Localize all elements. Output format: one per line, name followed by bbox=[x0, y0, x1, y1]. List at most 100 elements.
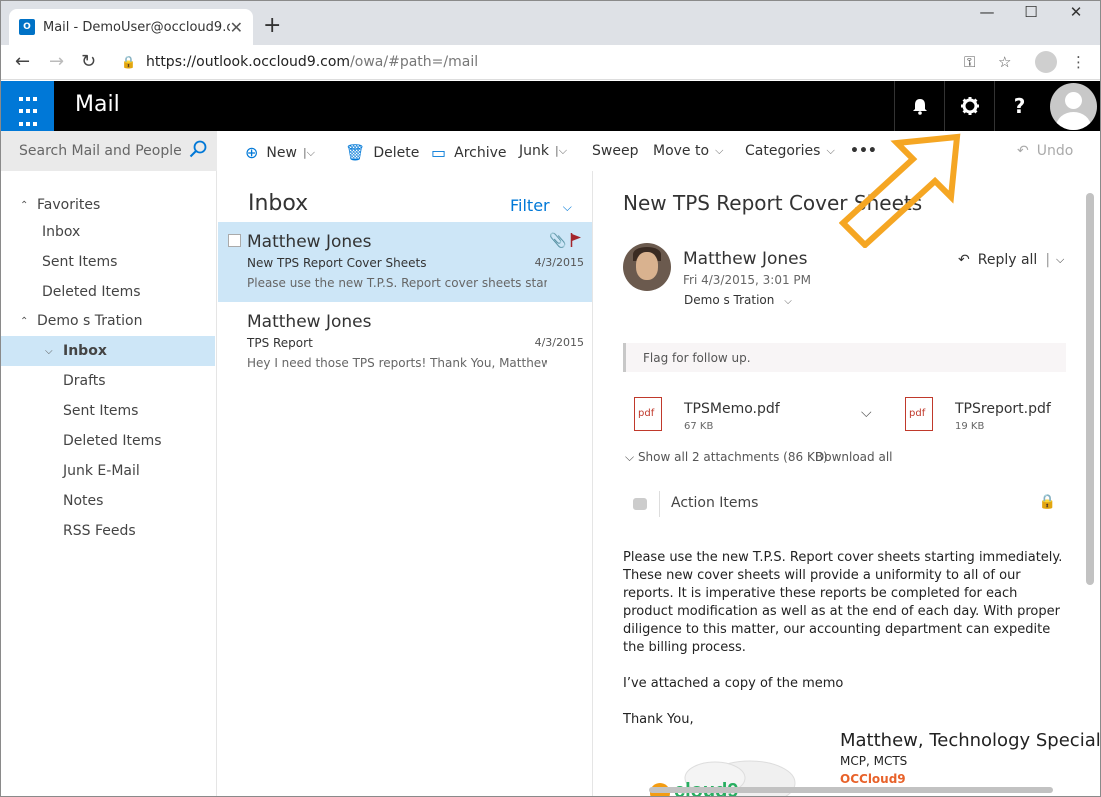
chevron-down-icon: ⌵ bbox=[562, 200, 572, 214]
nav-label: Deleted Items bbox=[63, 433, 162, 449]
divider: | bbox=[1045, 252, 1051, 268]
undo-button[interactable]: ↶ Undo bbox=[1017, 143, 1073, 159]
attachment-name: TPSMemo.pdf bbox=[684, 401, 780, 417]
settings-button[interactable] bbox=[944, 81, 994, 131]
categories-button[interactable]: Categories ⌵ bbox=[745, 143, 835, 159]
filter-button[interactable]: Filter ⌵ bbox=[510, 196, 572, 215]
sender-avatar[interactable] bbox=[623, 243, 671, 291]
move-to-button[interactable]: Move to ⌵ bbox=[653, 143, 723, 159]
sidebar-item-drafts[interactable]: Drafts bbox=[1, 366, 215, 396]
key-icon[interactable]: ⚿ bbox=[964, 53, 975, 71]
chevron-down-icon[interactable]: ⌵ bbox=[1056, 253, 1064, 267]
new-button[interactable]: ⊕ New |⌵ bbox=[245, 143, 315, 162]
message-date: 4/3/2015 bbox=[534, 336, 584, 349]
show-all-attachments-link[interactable]: ⌵ Show all 2 attachments (86 KB) bbox=[625, 450, 828, 465]
url-path: /owa/#path=/mail bbox=[350, 54, 479, 70]
tab-title: Mail - DemoUser@occloud9.com bbox=[43, 19, 230, 35]
chevron-down-icon[interactable]: ⌵ bbox=[784, 296, 792, 307]
url-field[interactable]: 🔒 https://outlook.occloud9.com /owa/#pat… bbox=[121, 49, 991, 75]
body-paragraph: I’ve attached a copy of the memo bbox=[623, 676, 844, 691]
sidebar-item-junk[interactable]: Junk E-Mail bbox=[1, 456, 215, 486]
vertical-scrollbar[interactable] bbox=[1086, 193, 1094, 585]
sidebar-item-fav-sent[interactable]: Sent Items bbox=[1, 247, 215, 277]
reply-all-label: Reply all bbox=[977, 252, 1038, 268]
nav-label: Sent Items bbox=[63, 403, 139, 419]
reply-all-button[interactable]: ↶ Reply all | ⌵ bbox=[958, 252, 1064, 268]
nav-label: Drafts bbox=[63, 373, 106, 389]
minimize-icon[interactable]: — bbox=[972, 3, 1002, 21]
sweep-button[interactable]: Sweep bbox=[592, 143, 638, 159]
search-input[interactable]: Search Mail and People bbox=[1, 131, 217, 171]
delete-button[interactable]: 🗑 Delete bbox=[345, 143, 419, 162]
list-item[interactable]: Matthew Jones TPS Report 4/3/2015 Hey I … bbox=[218, 302, 592, 382]
lock-icon[interactable]: 🔒 bbox=[1039, 494, 1056, 510]
archive-icon: ▭ bbox=[431, 143, 447, 162]
nav-label: Inbox bbox=[63, 343, 107, 359]
search-icon[interactable] bbox=[189, 140, 207, 158]
close-window-icon[interactable]: ✕ bbox=[1061, 3, 1091, 21]
flag-icon[interactable] bbox=[570, 233, 582, 247]
app-title: Mail bbox=[75, 92, 120, 117]
new-tab-icon[interactable]: + bbox=[263, 13, 281, 38]
recipient-name: Demo s Tration bbox=[684, 293, 775, 307]
sidebar-item-fav-inbox[interactable]: Inbox bbox=[1, 217, 215, 247]
sidebar-item-rss[interactable]: RSS Feeds bbox=[1, 516, 215, 546]
email-sender[interactable]: Matthew Jones bbox=[683, 249, 807, 269]
archive-button[interactable]: ▭ Archive bbox=[431, 143, 507, 162]
app-launcher-icon[interactable] bbox=[1, 81, 54, 131]
url-host: https://outlook.occloud9.com bbox=[145, 54, 351, 70]
message-preview: Hey I need those TPS reports! Thank You,… bbox=[247, 356, 547, 370]
action-items-bar[interactable]: Action Items 🔒 bbox=[623, 491, 1066, 519]
addin-icon bbox=[633, 498, 647, 510]
horizontal-scrollbar[interactable] bbox=[649, 787, 1053, 793]
attachment-card[interactable]: pdf TPSreport.pdf 19 KB bbox=[905, 397, 1085, 437]
signature-company: OCCloud9 bbox=[840, 772, 906, 786]
select-checkbox[interactable] bbox=[228, 234, 241, 247]
attachment-name: TPSreport.pdf bbox=[955, 401, 1051, 417]
email-body: Please use the new T.P.S. Report cover s… bbox=[623, 549, 1063, 729]
menu-dots-icon[interactable]: ⋮ bbox=[1071, 53, 1086, 71]
forward-icon[interactable]: → bbox=[49, 51, 64, 72]
undo-label: Undo bbox=[1036, 143, 1074, 159]
reload-icon[interactable]: ↻ bbox=[81, 51, 96, 72]
favorites-header[interactable]: ⌃ Favorites bbox=[1, 190, 215, 220]
nav-label: Notes bbox=[63, 493, 104, 509]
attachment-size: 67 KB bbox=[684, 421, 714, 432]
account-header[interactable]: ⌃ Demo s Tration bbox=[1, 306, 215, 336]
chevron-down-icon[interactable]: ⌵ bbox=[861, 405, 872, 421]
delete-label: Delete bbox=[373, 144, 420, 161]
star-icon[interactable]: ☆ bbox=[998, 53, 1011, 71]
list-item[interactable]: Matthew Jones 📎 New TPS Report Cover She… bbox=[218, 222, 592, 302]
pdf-file-icon: pdf bbox=[905, 397, 933, 431]
attachment-size: 19 KB bbox=[955, 421, 985, 432]
message-preview: Please use the new T.P.S. Report cover s… bbox=[247, 276, 547, 290]
chevron-down-icon[interactable]: |⌵ bbox=[555, 144, 567, 158]
back-icon[interactable]: ← bbox=[15, 51, 30, 72]
sweep-label: Sweep bbox=[592, 143, 639, 159]
user-avatar[interactable] bbox=[1047, 81, 1100, 131]
help-button[interactable]: ? bbox=[994, 81, 1044, 131]
sidebar-item-inbox[interactable]: ⌵ Inbox bbox=[1, 336, 215, 366]
sidebar-item-notes[interactable]: Notes bbox=[1, 486, 215, 516]
chevron-down-icon[interactable]: ⌵ bbox=[45, 346, 53, 357]
notifications-button[interactable] bbox=[894, 81, 944, 131]
sidebar-item-deleted[interactable]: Deleted Items bbox=[1, 426, 215, 456]
tab-close-icon[interactable]: ✕ bbox=[230, 18, 243, 37]
sidebar-item-fav-deleted[interactable]: Deleted Items bbox=[1, 277, 215, 307]
attachment-card[interactable]: pdf TPSMemo.pdf 67 KB ⌵ bbox=[634, 397, 872, 437]
junk-label: Junk bbox=[519, 143, 549, 159]
tab-strip: O Mail - DemoUser@occloud9.com ✕ + — ☐ ✕ bbox=[1, 1, 1100, 45]
address-bar: ← → ↻ 🔒 https://outlook.occloud9.com /ow… bbox=[1, 45, 1100, 80]
browser-tab[interactable]: O Mail - DemoUser@occloud9.com ✕ bbox=[9, 9, 253, 45]
trash-icon: 🗑 bbox=[345, 143, 366, 162]
nav-label: Inbox bbox=[42, 224, 81, 240]
email-recipient[interactable]: Demo s Tration ⌵ bbox=[684, 293, 792, 307]
chevron-down-icon[interactable]: |⌵ bbox=[303, 146, 315, 160]
junk-button[interactable]: Junk |⌵ bbox=[519, 143, 567, 159]
favorites-label: Favorites bbox=[37, 197, 101, 213]
sidebar-item-sent[interactable]: Sent Items bbox=[1, 396, 215, 426]
profile-icon[interactable] bbox=[1035, 51, 1057, 73]
download-all-link[interactable]: Download all bbox=[815, 450, 892, 464]
folder-pane: ⌃ Favorites Inbox Sent Items Deleted Ite… bbox=[1, 171, 217, 796]
maximize-icon[interactable]: ☐ bbox=[1016, 3, 1046, 21]
